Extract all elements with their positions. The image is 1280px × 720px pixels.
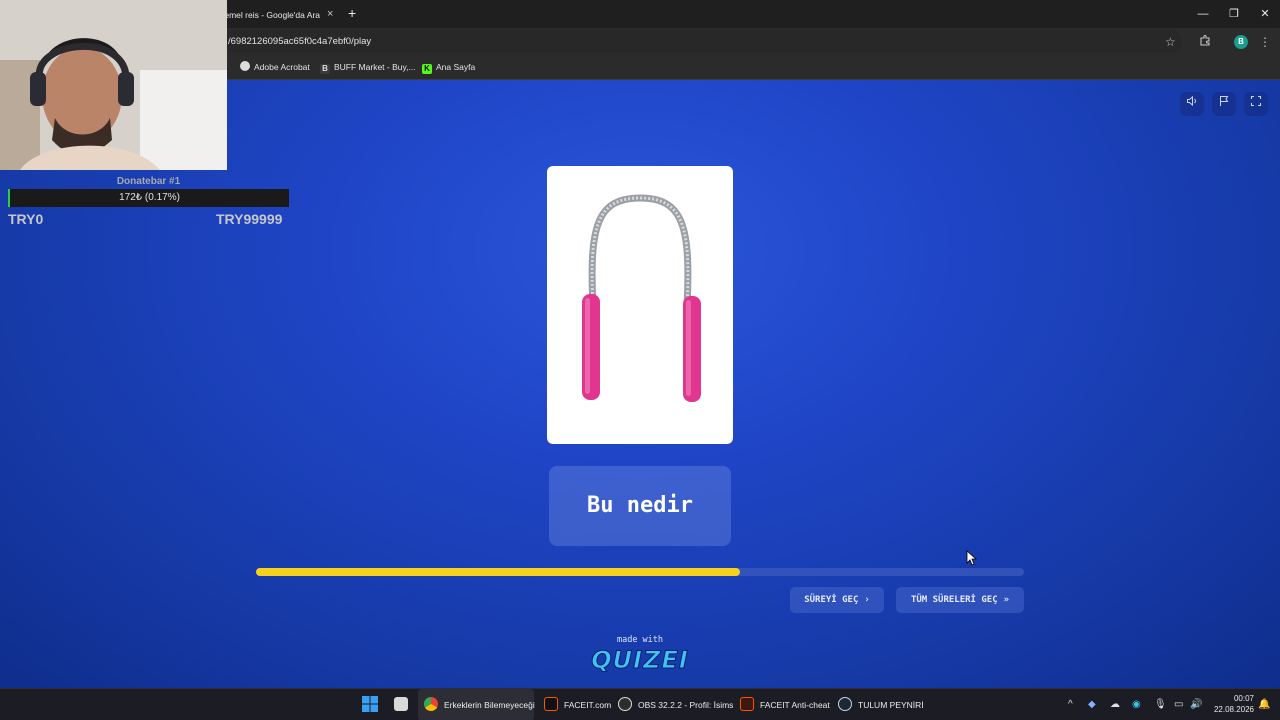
skip-all-time-button[interactable]: TÜM SÜRELERİ GEÇ» [896, 587, 1024, 613]
fullscreen-icon[interactable] [1244, 92, 1268, 116]
donatebar-title: Donatebar #1 [116, 176, 181, 187]
question-image-card [547, 166, 733, 444]
browser-menu-icon[interactable]: ⋮ [1254, 28, 1276, 56]
acrobat-icon [240, 61, 250, 71]
minimize-button[interactable]: — [1188, 0, 1218, 28]
bookmark-adobe-acrobat[interactable]: Adobe Acrobat [240, 56, 310, 78]
donatebar-max: TRY99999 [216, 211, 283, 227]
folder-icon [394, 697, 408, 711]
time-progress-fill [256, 568, 740, 576]
streamer-webcam-image [0, 0, 227, 170]
faceit-ac-icon [740, 697, 754, 711]
network-icon[interactable]: ▭ [1174, 689, 1183, 720]
webcam-overlay [0, 0, 227, 170]
clock-date: 22.08.2026 [1213, 705, 1254, 714]
obs-icon [618, 697, 632, 711]
file-explorer-button[interactable] [394, 689, 412, 720]
start-button[interactable] [362, 689, 382, 720]
facial-hair-spring-image [582, 194, 701, 402]
tray-overflow-icon[interactable]: ^ [1068, 689, 1073, 720]
taskbar-app-faceit[interactable]: FACEIT.com [542, 689, 612, 720]
chevron-right-icon: › [864, 595, 870, 605]
chrome-icon [424, 697, 438, 711]
steam-icon [838, 697, 852, 711]
clock-time: 00:07 [1233, 694, 1254, 703]
tab-google-search[interactable]: temel reis - Google'da Ara [222, 2, 342, 28]
taskbar-app-chrome[interactable]: Erkeklerin Bilemeyeceği [418, 689, 535, 720]
bookmark-star-icon[interactable]: ☆ [1165, 30, 1176, 54]
address-bar[interactable]: /6982126095ac65f0c4a7ebf0/play ☆ [222, 30, 1182, 54]
quiz-page: Bu nedir SÜREYİ GEÇ › TÜM SÜRELERİ GEÇ» m… [0, 80, 1280, 688]
taskbar-app-faceit-anticheat[interactable]: FACEIT Anti-cheat [740, 689, 830, 720]
buff-icon: B [320, 64, 330, 74]
windows-icon [362, 696, 378, 712]
taskbar-app-steam[interactable]: TULUM PEYNİRİ [838, 689, 924, 720]
windows-taskbar: Erkeklerin Bilemeyeceği FACEIT.com OBS 3… [0, 688, 1280, 720]
question-text: Bu nedir [549, 466, 731, 546]
time-progress-bar [256, 568, 1024, 576]
restore-button[interactable]: ❐ [1219, 0, 1249, 28]
bookmark-buff-market[interactable]: B BUFF Market - Buy,... [320, 56, 416, 78]
close-window-button[interactable]: ✕ [1250, 0, 1280, 28]
donatebar-min: TRY0 [8, 211, 44, 227]
taskbar-app-obs[interactable]: OBS 32.2.2 - Profil: İsims [618, 689, 733, 720]
microphone-icon[interactable]: 🎙 [1154, 689, 1167, 720]
tray-edge-icon[interactable]: ◉ [1132, 689, 1141, 720]
url-text: /6982126095ac65f0c4a7ebf0/play [228, 36, 372, 47]
profile-avatar[interactable]: B [1234, 35, 1248, 49]
notification-icon[interactable]: 🔔 [1258, 689, 1270, 720]
sound-icon[interactable] [1180, 92, 1204, 116]
report-flag-icon[interactable] [1212, 92, 1236, 116]
faceit-icon [544, 697, 558, 711]
mouse-cursor-icon [966, 550, 978, 566]
tab-close-icon[interactable]: × [327, 0, 339, 28]
made-with-label: made with [616, 635, 664, 645]
new-tab-button[interactable]: + [348, 0, 362, 28]
donatebar: 172₺ (0.17%) [8, 189, 289, 207]
tray-app-icon[interactable]: ◆ [1088, 689, 1096, 720]
volume-icon[interactable]: 🔊 [1190, 689, 1202, 720]
double-chevron-right-icon: » [1003, 595, 1010, 605]
extensions-icon[interactable] [1194, 28, 1216, 56]
taskbar-clock[interactable]: 00:07 22.08.2026 [1206, 693, 1254, 715]
kick-icon: K [422, 64, 432, 74]
quizei-logo[interactable]: QUIZEI [560, 646, 720, 675]
tray-cloud-icon[interactable]: ☁ [1110, 689, 1120, 720]
donatebar-value: 172₺ (0.17%) [119, 192, 180, 203]
bookmark-ana-sayfa[interactable]: K Ana Sayfa [422, 56, 475, 78]
skip-time-button[interactable]: SÜREYİ GEÇ › [790, 587, 884, 613]
